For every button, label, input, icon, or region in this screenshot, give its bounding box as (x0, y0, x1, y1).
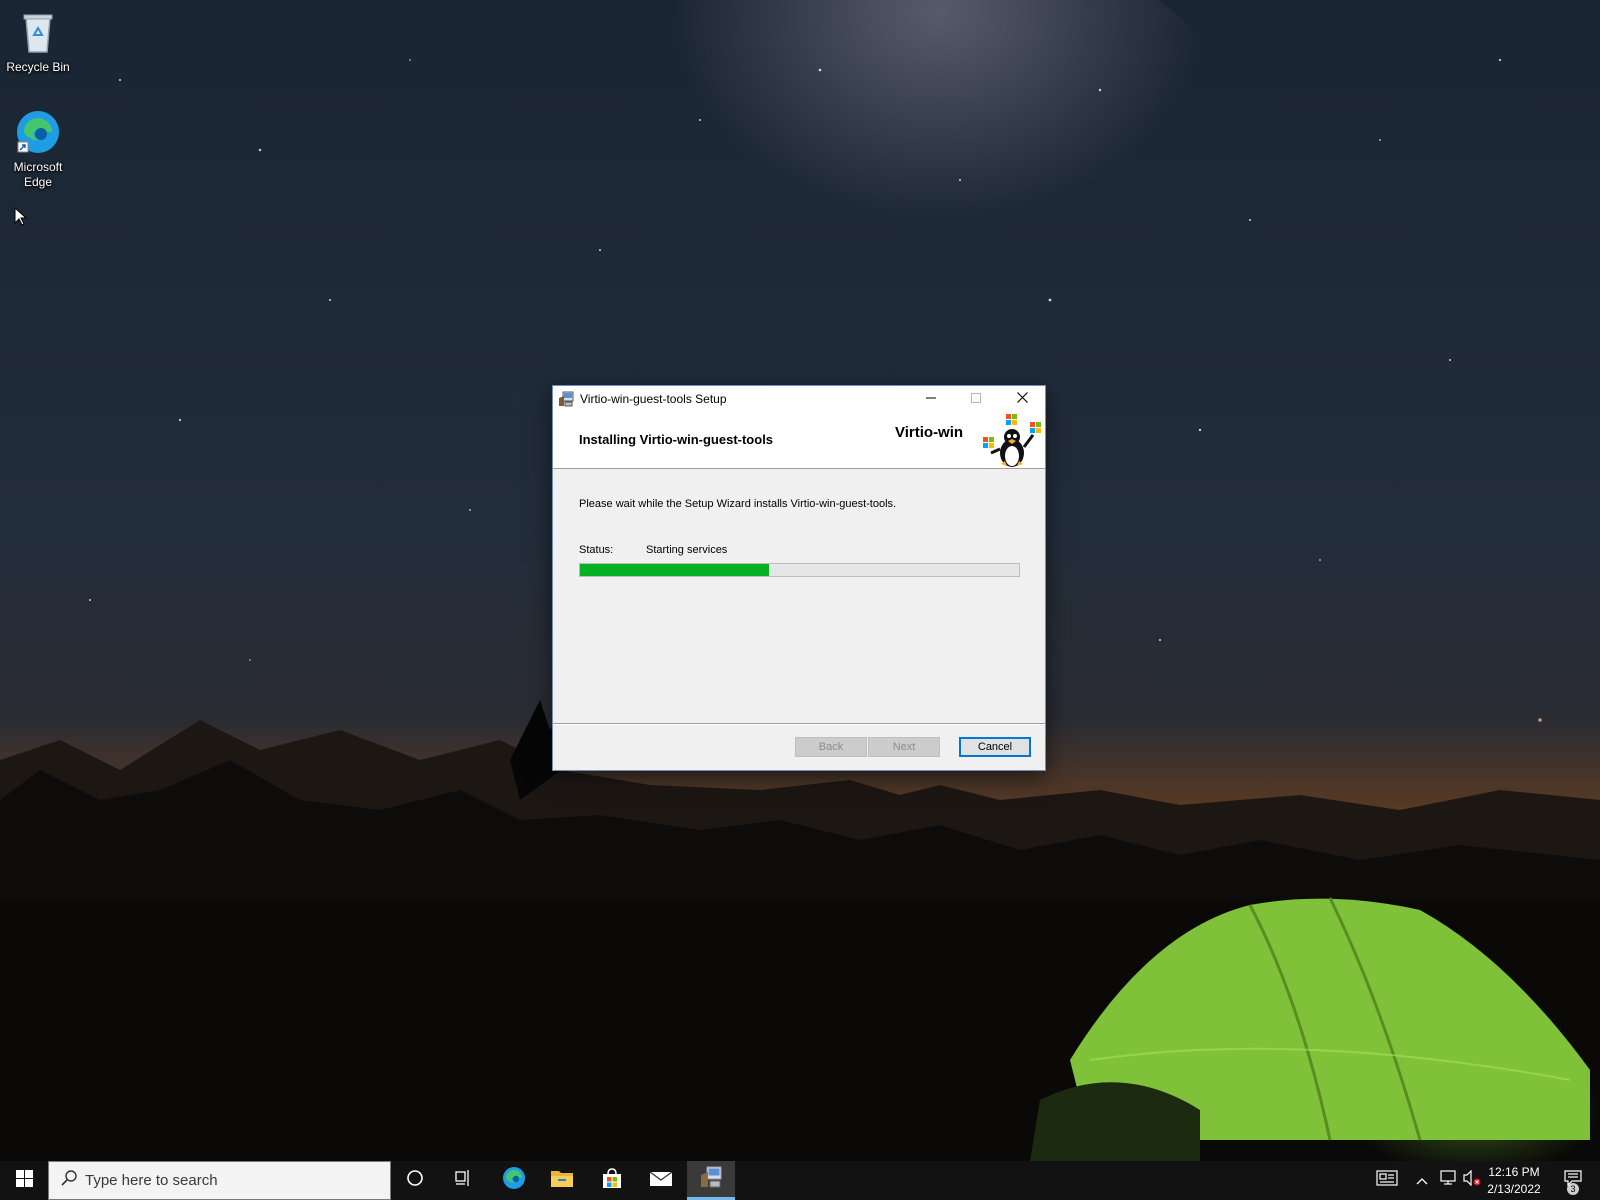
next-button[interactable]: Next (868, 737, 940, 757)
setup-dialog: Virtio-win-guest-tools Setup Installing … (552, 385, 1046, 771)
back-button[interactable]: Back (795, 737, 867, 757)
progress-fill (580, 564, 769, 576)
mouse-cursor-icon (14, 206, 28, 232)
taskbar: Type here to search 12:16 PM 2/13/2022 3 (0, 1161, 1600, 1200)
task-view-button[interactable] (439, 1161, 487, 1200)
taskbar-clock[interactable]: 12:16 PM 2/13/2022 (1478, 1164, 1550, 1198)
search-placeholder: Type here to search (85, 1172, 218, 1189)
minimize-button[interactable] (908, 386, 954, 411)
close-icon (1016, 390, 1028, 408)
taskbar-store[interactable] (588, 1161, 636, 1200)
edge-icon (14, 108, 62, 156)
cortana-button[interactable] (391, 1161, 439, 1200)
install-progress-bar (579, 563, 1020, 577)
dialog-header-band: Installing Virtio-win-guest-tools Virtio… (553, 411, 1045, 469)
taskbar-edge[interactable] (490, 1161, 538, 1200)
dialog-heading: Installing Virtio-win-guest-tools (579, 432, 774, 447)
taskbar-mail[interactable] (637, 1161, 685, 1200)
task-view-icon (454, 1169, 472, 1192)
desktop-icon-label: Recycle Bin (6, 60, 70, 74)
taskbar-setup-app[interactable] (687, 1161, 735, 1200)
recycle-bin-icon (14, 8, 62, 56)
mail-icon (649, 1169, 673, 1192)
clock-time: 12:16 PM (1488, 1165, 1540, 1179)
notification-count-badge: 3 (1567, 1183, 1579, 1195)
setup-app-icon (558, 391, 574, 407)
dialog-title: Virtio-win-guest-tools Setup (580, 391, 727, 406)
news-icon (1376, 1170, 1398, 1191)
network-button[interactable] (1436, 1161, 1460, 1200)
news-button[interactable] (1372, 1161, 1402, 1200)
tux-windows-logo-icon (981, 411, 1045, 473)
chevron-up-icon (1416, 1172, 1428, 1190)
search-icon (61, 1170, 77, 1191)
desktop-icon-recycle-bin[interactable]: Recycle Bin (0, 8, 76, 75)
brand-label: Virtio-win (895, 424, 964, 441)
start-icon (15, 1169, 33, 1192)
edge-icon (502, 1166, 526, 1195)
show-hidden-icons-button[interactable] (1411, 1161, 1433, 1200)
taskbar-search-box[interactable]: Type here to search (48, 1161, 391, 1200)
cortana-icon (406, 1169, 424, 1192)
store-icon (601, 1167, 623, 1194)
maximize-icon (971, 390, 981, 408)
status-value: Starting services (646, 544, 728, 556)
start-button[interactable] (0, 1161, 48, 1200)
dialog-titlebar[interactable]: Virtio-win-guest-tools Setup (553, 386, 1045, 411)
maximize-button (953, 386, 999, 411)
taskbar-file-explorer[interactable] (538, 1161, 586, 1200)
clock-date: 2/13/2022 (1487, 1182, 1541, 1196)
minimize-icon (926, 390, 936, 408)
status-label: Status: (579, 544, 614, 556)
footer-divider (553, 723, 1045, 725)
close-button[interactable] (999, 386, 1045, 411)
network-icon (1439, 1170, 1457, 1191)
setup-app-icon (699, 1165, 723, 1194)
desktop-icon-microsoft-edge[interactable]: Microsoft Edge (0, 108, 76, 190)
install-message: Please wait while the Setup Wizard insta… (579, 498, 897, 510)
desktop-icon-label: Microsoft Edge (13, 160, 63, 189)
file-explorer-icon (550, 1168, 574, 1193)
cancel-button[interactable]: Cancel (959, 737, 1031, 757)
